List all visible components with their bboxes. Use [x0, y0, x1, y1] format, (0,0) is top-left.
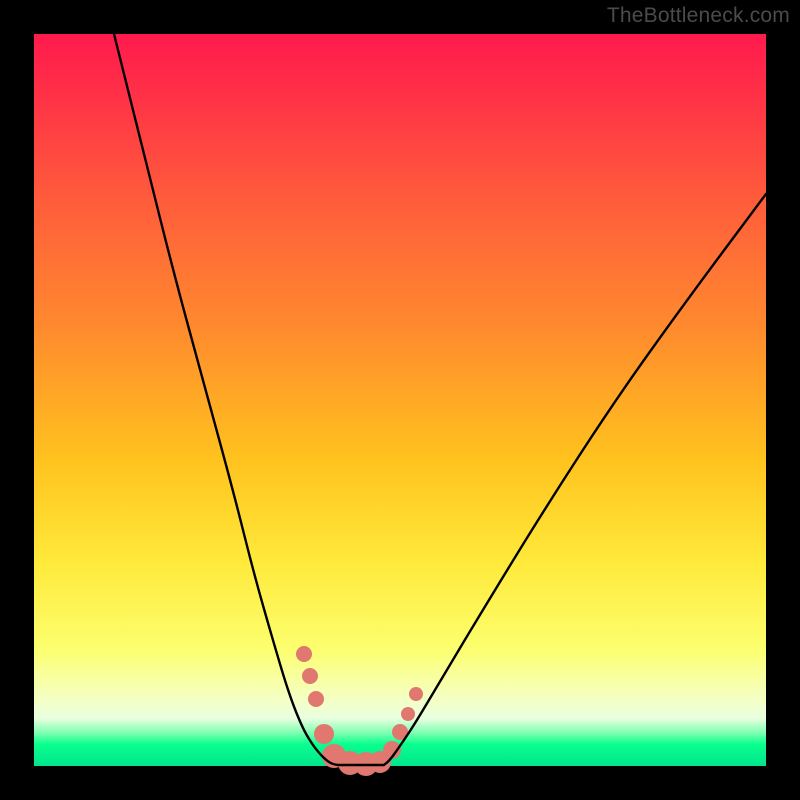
watermark-text: TheBottleneck.com [607, 4, 790, 28]
plot-area [34, 34, 766, 766]
marker-dot [401, 707, 415, 721]
marker-dot [409, 687, 423, 701]
curves-svg [34, 34, 766, 766]
chart-frame: TheBottleneck.com [0, 0, 800, 800]
marker-dot [314, 724, 334, 744]
marker-dot [308, 691, 324, 707]
right-curve [384, 194, 766, 765]
marker-dot [302, 668, 318, 684]
highlight-dots [296, 646, 423, 776]
marker-dot [296, 646, 312, 662]
